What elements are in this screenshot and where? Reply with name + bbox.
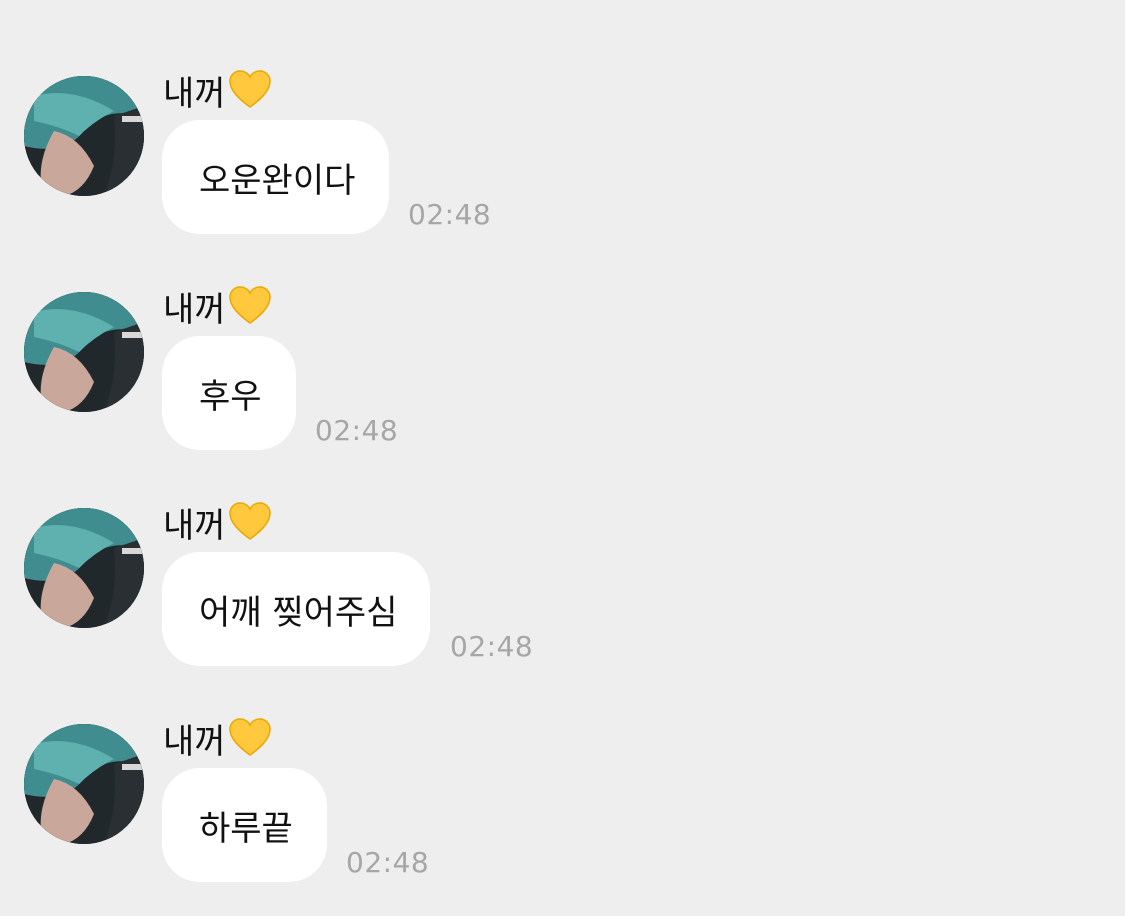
sender-name-label: 내꺼 xyxy=(163,73,226,114)
message-row: 내꺼 오운완이다 02:48 xyxy=(0,68,1125,268)
message-text: 어깨 찢어주심 xyxy=(199,592,398,633)
sender-name: 내꺼 xyxy=(163,68,272,114)
message-row: 내꺼 후우 02:48 xyxy=(0,284,1125,484)
message-timestamp: 02:48 xyxy=(408,198,492,231)
yellow-heart-icon xyxy=(228,500,272,544)
sender-name-label: 내꺼 xyxy=(163,289,226,330)
message-row: 내꺼 하루끝 02:48 xyxy=(0,716,1125,916)
sender-name: 내꺼 xyxy=(163,716,272,762)
avatar-image xyxy=(24,724,144,844)
avatar-image xyxy=(24,292,144,412)
message-text: 후우 xyxy=(199,376,262,417)
avatar[interactable] xyxy=(24,724,144,844)
avatar[interactable] xyxy=(24,508,144,628)
sender-name-label: 내꺼 xyxy=(163,721,226,762)
chat-message-list[interactable]: 내꺼 오운완이다 02:48 내꺼 후우 02:48 내꺼 어깨 찢어주심 02… xyxy=(0,0,1125,903)
message-bubble[interactable]: 후우 xyxy=(162,336,296,450)
message-timestamp: 02:48 xyxy=(315,414,399,447)
sender-name-label: 내꺼 xyxy=(163,505,226,546)
yellow-heart-icon xyxy=(228,68,272,112)
yellow-heart-icon xyxy=(228,284,272,328)
avatar-image xyxy=(24,508,144,628)
message-bubble[interactable]: 어깨 찢어주심 xyxy=(162,552,430,666)
yellow-heart-icon xyxy=(228,716,272,760)
avatar[interactable] xyxy=(24,292,144,412)
message-timestamp: 02:48 xyxy=(346,846,430,879)
sender-name: 내꺼 xyxy=(163,500,272,546)
message-row: 내꺼 어깨 찢어주심 02:48 xyxy=(0,500,1125,700)
sender-name: 내꺼 xyxy=(163,284,272,330)
avatar-image xyxy=(24,76,144,196)
message-bubble[interactable]: 하루끝 xyxy=(162,768,327,882)
avatar[interactable] xyxy=(24,76,144,196)
message-text: 오운완이다 xyxy=(199,160,356,201)
message-timestamp: 02:48 xyxy=(450,630,534,663)
message-text: 하루끝 xyxy=(199,808,293,849)
message-bubble[interactable]: 오운완이다 xyxy=(162,120,389,234)
